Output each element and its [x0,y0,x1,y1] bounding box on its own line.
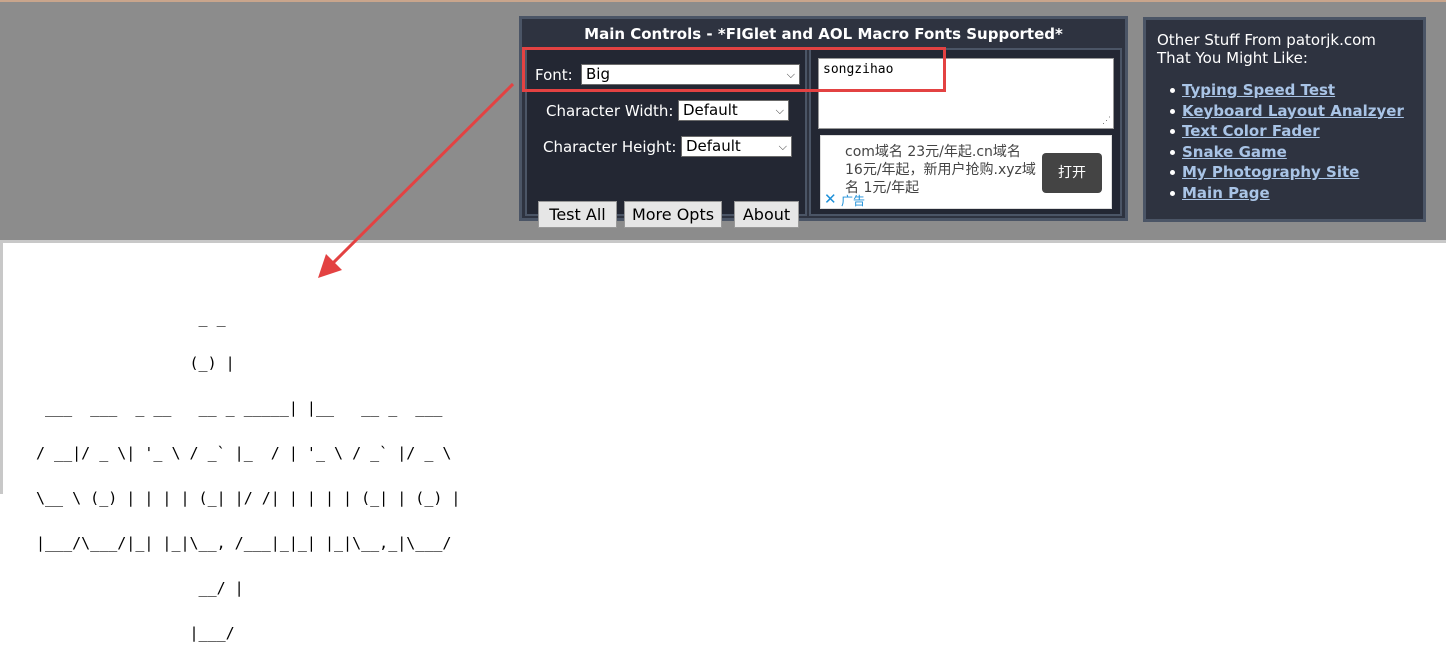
ascii-line: |___/\___/|_| |_|\__, /___|_|_| |_|\__,_… [36,534,452,552]
annotation-arrow-icon [318,82,515,278]
ascii-line: |___/ [36,624,235,642]
ascii-line: __/ | [36,579,244,597]
